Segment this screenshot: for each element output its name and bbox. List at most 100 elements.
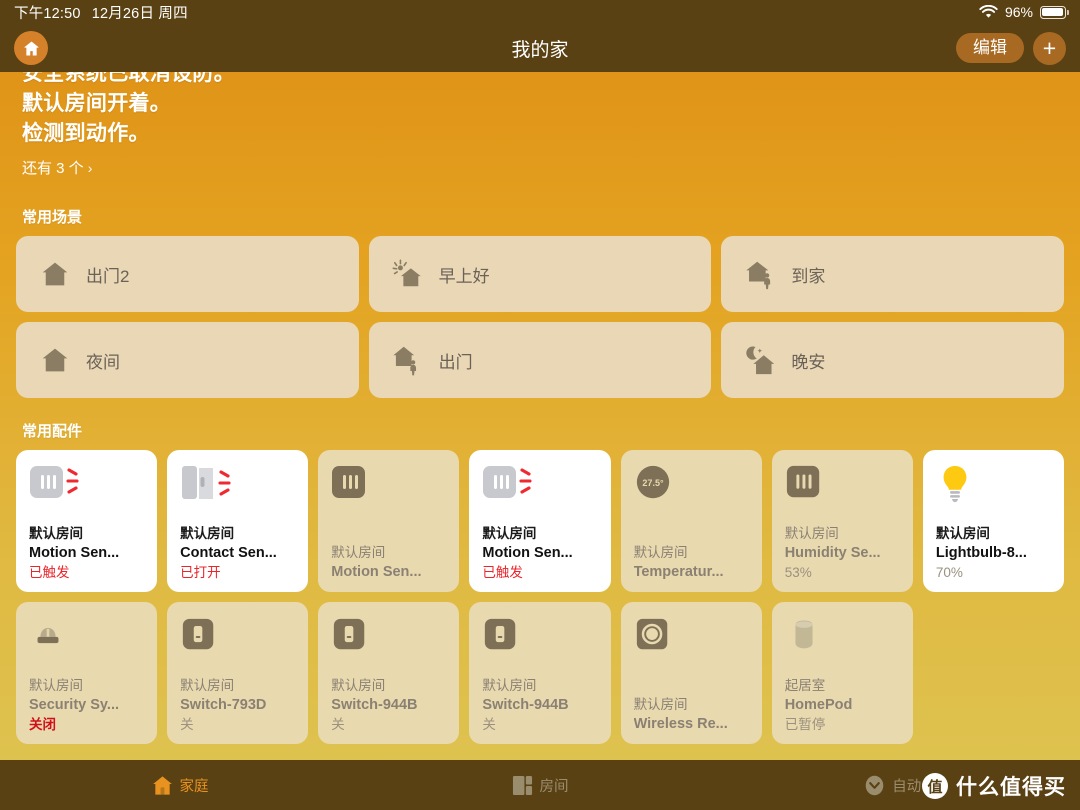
accessory-card[interactable]: 默认房间 Wireless Re... (620, 602, 762, 744)
accessory-name: Motion Sen... (482, 545, 573, 561)
accessory-room: 默认房间 (784, 526, 839, 541)
accessory-state: 关闭 (29, 717, 56, 732)
accessory-texts: 默认房间 Contact Sen... 已打开 (180, 524, 295, 582)
rooms-icon (512, 775, 533, 796)
humidity-sensor-icon (785, 464, 900, 510)
accessory-card[interactable]: 默认房间 Motion Sen... (318, 450, 460, 592)
accessory-room: 默认房间 (29, 526, 83, 541)
accessory-name: Switch-793D (180, 697, 267, 713)
home-menu-button[interactable] (14, 31, 48, 65)
accessory-name: Temperatur... (633, 564, 724, 580)
security-system-icon (37, 627, 59, 644)
switch-icon (482, 616, 597, 662)
house-icon (42, 262, 68, 286)
status-line: 安全系统已取消设防。 (22, 72, 235, 85)
watermark-text: 什么值得买 (956, 776, 1066, 799)
accessory-texts: 默认房间 Switch-944B 关 (331, 676, 446, 734)
contact-sensor-icon (182, 466, 231, 499)
accessory-state: 已触发 (29, 565, 70, 580)
accessory-name: HomePod (784, 697, 853, 713)
accessory-name: Wireless Re... (633, 716, 728, 732)
accessory-card[interactable]: 默认房间 Security Sy... 关闭 (16, 602, 158, 744)
tab-label: 家庭 (179, 778, 209, 795)
tab-home[interactable]: 家庭 (0, 775, 360, 796)
status-bar-date: 12月26日 周四 (91, 5, 188, 22)
wireless-remote-icon (636, 618, 667, 650)
accessory-state: 已触发 (482, 565, 523, 580)
battery-icon (1040, 5, 1069, 19)
house-person-arrive-icon (746, 261, 771, 290)
accessory-card[interactable]: 默认房间 Switch-944B 关 (318, 602, 460, 744)
accessory-state: 关 (331, 717, 345, 732)
accessory-name: Security Sy... (29, 697, 119, 713)
accessory-texts: 默认房间 Motion Sen... 已触发 (29, 524, 144, 582)
scene-card[interactable]: 早上好 (368, 236, 712, 312)
motion-sensor-icon (483, 466, 532, 498)
accessory-room: 默认房间 (331, 545, 386, 560)
accessory-name: Motion Sen... (29, 545, 120, 561)
status-line: 检测到动作。 (22, 122, 150, 145)
moon-house-icon (743, 343, 777, 377)
scene-label: 出门2 (86, 266, 130, 286)
accessory-texts: 默认房间 Lightbulb-8... 70% (936, 524, 1051, 582)
wireless-remote-icon (634, 616, 749, 662)
accessory-state: 关 (482, 717, 496, 732)
motion-sensor-icon (30, 466, 79, 498)
house-icon (152, 775, 173, 796)
switch-icon (180, 616, 295, 662)
motion-sensor-icon (482, 464, 597, 510)
accessory-texts: 默认房间 Humidity Se... 53% (785, 524, 900, 582)
add-button[interactable]: + (1033, 31, 1066, 65)
switch-icon (331, 616, 446, 662)
scene-label: 出门 (438, 352, 473, 372)
rooms-icon (512, 775, 532, 795)
accessory-name: Motion Sen... (331, 564, 422, 580)
house-icon (38, 257, 72, 291)
tab-rooms[interactable]: 房间 (360, 775, 720, 796)
page-title: 我的家 (511, 39, 569, 61)
scene-card[interactable]: 出门 (368, 322, 712, 398)
scene-card[interactable]: 夜间 (16, 322, 359, 398)
accessory-card[interactable]: 默认房间 Switch-944B 关 (469, 602, 611, 744)
status-more-link[interactable]: 还有 3 个 › (22, 157, 92, 178)
accessory-card[interactable]: 默认房间 Motion Sen... 已触发 (16, 450, 158, 592)
house-icon (38, 343, 72, 377)
accessories-grid: 默认房间 Motion Sen... 已触发 默认房间 Contact Sen... 已… (0, 450, 1080, 744)
accessory-card[interactable]: 默认房间 Lightbulb-8... 70% (922, 450, 1064, 592)
scene-card[interactable]: 出门2 (16, 236, 359, 312)
edit-button[interactable]: 编辑 (956, 32, 1024, 64)
accessory-card[interactable]: 27.5° 默认房间 Temperatur... (620, 450, 762, 592)
lightbulb-icon (943, 466, 967, 503)
accessory-texts: 默认房间 Wireless Re... (634, 695, 749, 734)
nav-actions: 编辑 + (956, 31, 1066, 65)
temperature-icon: 27.5° (636, 465, 669, 499)
accessory-texts: 起居室 HomePod 已暂停 (785, 676, 900, 734)
accessory-texts: 默认房间 Security Sy... 关闭 (29, 676, 144, 734)
accessory-card[interactable]: 默认房间 Motion Sen... 已触发 (469, 450, 611, 592)
security-system-icon (29, 616, 144, 662)
accessory-card[interactable]: 默认房间 Contact Sen... 已打开 (167, 450, 309, 592)
accessory-card[interactable]: 默认房间 Humidity Se... 53% (771, 450, 913, 592)
home-content-scroll[interactable]: 安全系统已取消设防。 默认房间开着。 检测到动作。 还有 3 个 › 常用场景 … (0, 72, 1080, 760)
navigation-bar: 我的家 编辑 + (0, 24, 1080, 72)
house-person-leave-icon (391, 343, 425, 377)
accessory-name: Humidity Se... (784, 545, 881, 561)
accessory-room: 默认房间 (180, 526, 235, 541)
accessory-room: 默认房间 (482, 526, 537, 541)
battery-percent-label: 96% (1004, 4, 1033, 20)
scene-label: 早上好 (438, 266, 490, 286)
sun-house-icon (392, 259, 421, 287)
watermark: 值 什么值得买 (922, 771, 1066, 801)
accessories-section: 常用配件 默认房间 Motion Sen... 已触发 默认房间 Contact… (0, 420, 1080, 744)
accessory-card[interactable]: 起居室 HomePod 已暂停 (771, 602, 913, 744)
motion-sensor-icon (29, 464, 144, 510)
home-app-screen: 下午12:50 12月26日 周四 96% 我的家 编辑 + 安全系统已取消设防… (0, 0, 1080, 810)
scene-card[interactable]: 到家 (721, 236, 1064, 312)
plus-icon: + (1042, 34, 1057, 61)
accessory-card[interactable]: 默认房间 Switch-793D 关 (167, 602, 309, 744)
home-status-summary[interactable]: 安全系统已取消设防。 默认房间开着。 检测到动作。 还有 3 个 › (0, 72, 1080, 178)
status-line: 默认房间开着。 (22, 92, 172, 115)
switch-icon (182, 618, 214, 650)
lightbulb-icon (936, 464, 1051, 510)
scene-card[interactable]: 晚安 (721, 322, 1064, 398)
